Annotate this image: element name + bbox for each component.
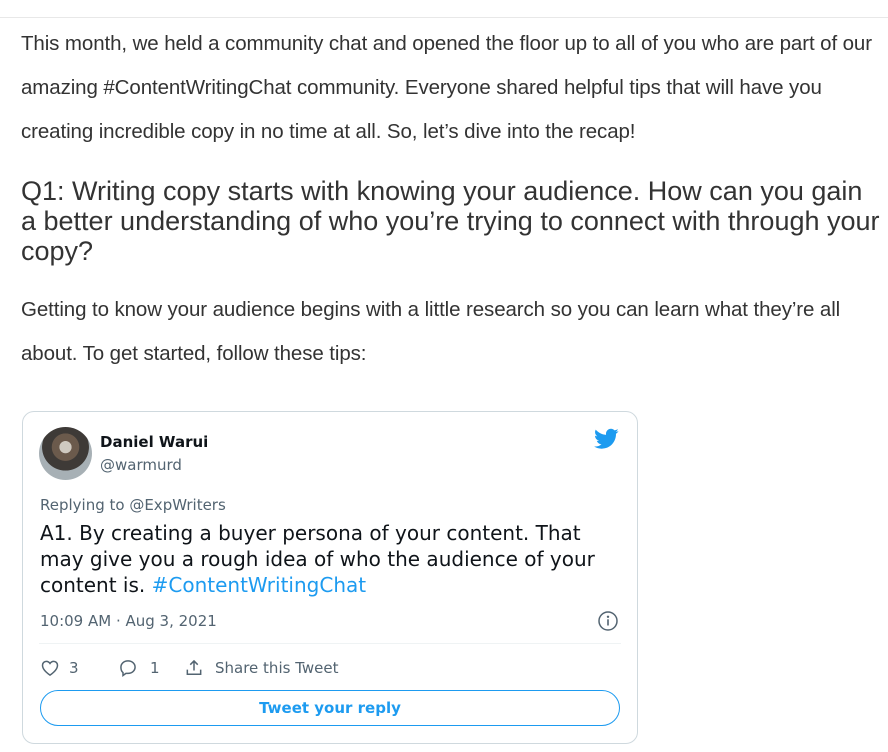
reply-action[interactable]: 1: [118, 657, 168, 679]
author-name[interactable]: Daniel Warui: [100, 433, 208, 451]
question-heading: Q1: Writing copy starts with knowing you…: [21, 176, 880, 266]
replying-to[interactable]: Replying to @ExpWriters: [40, 496, 226, 514]
intro-paragraph: This month, we held a community chat and…: [21, 32, 872, 143]
tips-paragraph: Getting to know your audience begins wit…: [21, 298, 841, 365]
tweet-text: A1. By creating a buyer persona of your …: [40, 520, 625, 598]
tweet-reply-button[interactable]: Tweet your reply: [40, 690, 620, 726]
info-icon[interactable]: [597, 610, 619, 632]
share-action[interactable]: Share this Tweet: [184, 657, 354, 679]
reply-count: 1: [150, 659, 160, 677]
avatar[interactable]: [39, 427, 92, 480]
embedded-tweet[interactable]: Daniel Warui @warmurd Replying to @ExpWr…: [22, 411, 638, 744]
speech-bubble-icon: [120, 660, 136, 677]
tweet-timestamp[interactable]: 10:09 AM · Aug 3, 2021: [40, 612, 217, 630]
heart-icon: [41, 660, 59, 676]
tweet-hashtag[interactable]: #ContentWritingChat: [152, 573, 366, 597]
like-count: 3: [69, 659, 79, 677]
share-label: Share this Tweet: [215, 659, 339, 677]
like-action[interactable]: 3: [40, 657, 90, 679]
top-divider: [0, 17, 888, 18]
author-handle[interactable]: @warmurd: [100, 456, 182, 474]
twitter-bird-icon[interactable]: [594, 428, 619, 450]
tweet-divider: [39, 643, 621, 644]
share-icon: [186, 659, 202, 675]
